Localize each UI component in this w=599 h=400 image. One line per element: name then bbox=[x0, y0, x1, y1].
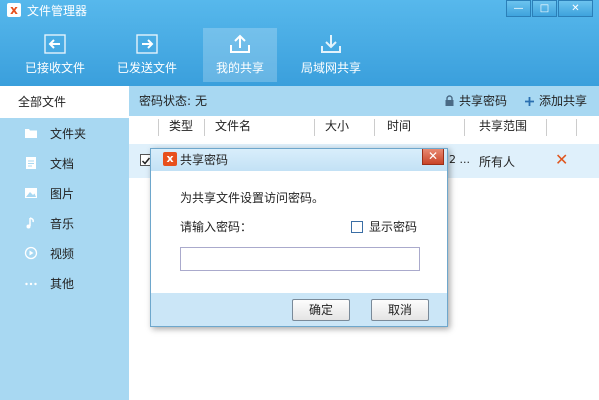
toolbar-my-share[interactable]: 我的共享 bbox=[203, 28, 277, 82]
document-icon bbox=[24, 156, 38, 170]
column-divider bbox=[204, 119, 205, 136]
sidebar: 全部文件 文件夹 文档 图片 音乐 视频 其他 bbox=[0, 86, 129, 400]
plus-icon bbox=[524, 96, 534, 106]
sidebar-item-all-files[interactable]: 全部文件 bbox=[0, 86, 129, 118]
sidebar-item-label: 文件夹 bbox=[50, 126, 87, 141]
column-divider bbox=[576, 119, 577, 136]
toolbar-received-label: 已接收文件 bbox=[24, 61, 85, 75]
show-password-toggle[interactable]: 显示密码 bbox=[351, 218, 417, 235]
password-status-label: 密码状态: bbox=[139, 94, 192, 108]
received-files-icon bbox=[44, 34, 66, 54]
share-password-dialog: x 共享密码 ✕ 为共享文件设置访问密码。 请输入密码： 显示密码 确定 取消 bbox=[150, 148, 448, 327]
more-icon bbox=[24, 276, 38, 290]
close-window-button[interactable]: ✕ bbox=[558, 0, 593, 17]
column-filename[interactable]: 文件名 bbox=[215, 116, 251, 140]
sidebar-item-folder[interactable]: 文件夹 bbox=[0, 118, 129, 148]
sidebar-item-label: 图片 bbox=[50, 186, 75, 201]
my-share-icon bbox=[230, 34, 250, 53]
ok-button[interactable]: 确定 bbox=[292, 299, 350, 321]
title-toolbar-area: x 文件管理器 — □ ✕ 已接收文件 已发送文件 我的共享 局域网共享 bbox=[0, 0, 599, 86]
row-share-scope: 所有人 bbox=[479, 155, 516, 169]
row-time: 2 ... bbox=[449, 153, 470, 166]
share-password-label: 共享密码 bbox=[458, 94, 507, 108]
window-title: 文件管理器 bbox=[27, 4, 88, 18]
column-time[interactable]: 时间 bbox=[387, 116, 411, 140]
toolbar-sent-label: 已发送文件 bbox=[116, 61, 177, 75]
show-password-checkbox[interactable] bbox=[351, 220, 363, 233]
column-size[interactable]: 大小 bbox=[325, 116, 349, 140]
sidebar-item-video[interactable]: 视频 bbox=[0, 238, 129, 268]
sidebar-item-label: 其他 bbox=[50, 276, 75, 291]
minimize-button[interactable]: — bbox=[506, 0, 531, 17]
dialog-body: 为共享文件设置访问密码。 请输入密码： 显示密码 bbox=[151, 171, 447, 293]
column-divider bbox=[546, 119, 547, 136]
column-type[interactable]: 类型 bbox=[169, 116, 193, 140]
sidebar-item-label: 音乐 bbox=[50, 216, 75, 231]
app-logo-icon: x bbox=[7, 3, 21, 17]
maximize-button[interactable]: □ bbox=[532, 0, 557, 17]
password-status-bar: 密码状态: 无 共享密码 添加共享 bbox=[129, 86, 599, 116]
password-prompt-label: 请输入密码： bbox=[180, 220, 253, 234]
sidebar-item-other[interactable]: 其他 bbox=[0, 268, 129, 298]
video-icon bbox=[24, 246, 38, 260]
column-divider bbox=[464, 119, 465, 136]
toolbar-sent-files[interactable]: 已发送文件 bbox=[110, 28, 184, 82]
lan-share-icon bbox=[321, 35, 341, 53]
lock-icon bbox=[445, 95, 454, 106]
delete-icon[interactable]: ✕ bbox=[555, 150, 568, 169]
dialog-title-bar: x 共享密码 ✕ bbox=[151, 149, 447, 171]
column-divider bbox=[374, 119, 375, 136]
folder-icon bbox=[24, 126, 38, 140]
toolbar-received-files[interactable]: 已接收文件 bbox=[18, 28, 92, 82]
table-header: 类型 文件名 大小 时间 共享范围 bbox=[129, 116, 599, 140]
dialog-description: 为共享文件设置访问密码。 bbox=[180, 191, 325, 205]
column-share-scope[interactable]: 共享范围 bbox=[479, 116, 527, 140]
column-divider bbox=[158, 119, 159, 136]
dialog-logo-icon: x bbox=[163, 152, 177, 166]
toolbar-lan-share[interactable]: 局域网共享 bbox=[294, 28, 368, 82]
cancel-button[interactable]: 取消 bbox=[371, 299, 429, 321]
toolbar-lan-share-label: 局域网共享 bbox=[300, 61, 361, 75]
dialog-title: 共享密码 bbox=[180, 153, 229, 167]
sidebar-item-music[interactable]: 音乐 bbox=[0, 208, 129, 238]
column-divider bbox=[314, 119, 315, 136]
sidebar-item-images[interactable]: 图片 bbox=[0, 178, 129, 208]
sidebar-item-documents[interactable]: 文档 bbox=[0, 148, 129, 178]
dialog-footer: 确定 取消 bbox=[151, 293, 447, 326]
dialog-close-button[interactable]: ✕ bbox=[422, 149, 444, 165]
share-password-button[interactable]: 共享密码 bbox=[444, 86, 507, 116]
music-icon bbox=[24, 216, 38, 230]
show-password-label: 显示密码 bbox=[369, 220, 418, 234]
password-status-value: 无 bbox=[195, 94, 208, 108]
sent-files-icon bbox=[136, 34, 158, 54]
sidebar-item-label: 文档 bbox=[50, 156, 75, 171]
password-input[interactable] bbox=[180, 247, 420, 271]
toolbar-my-share-label: 我的共享 bbox=[215, 61, 264, 75]
add-share-button[interactable]: 添加共享 bbox=[524, 86, 587, 116]
sidebar-item-label: 视频 bbox=[50, 246, 75, 261]
window-controls: — □ ✕ bbox=[505, 0, 593, 17]
add-share-label: 添加共享 bbox=[538, 94, 587, 108]
image-icon bbox=[24, 186, 38, 200]
